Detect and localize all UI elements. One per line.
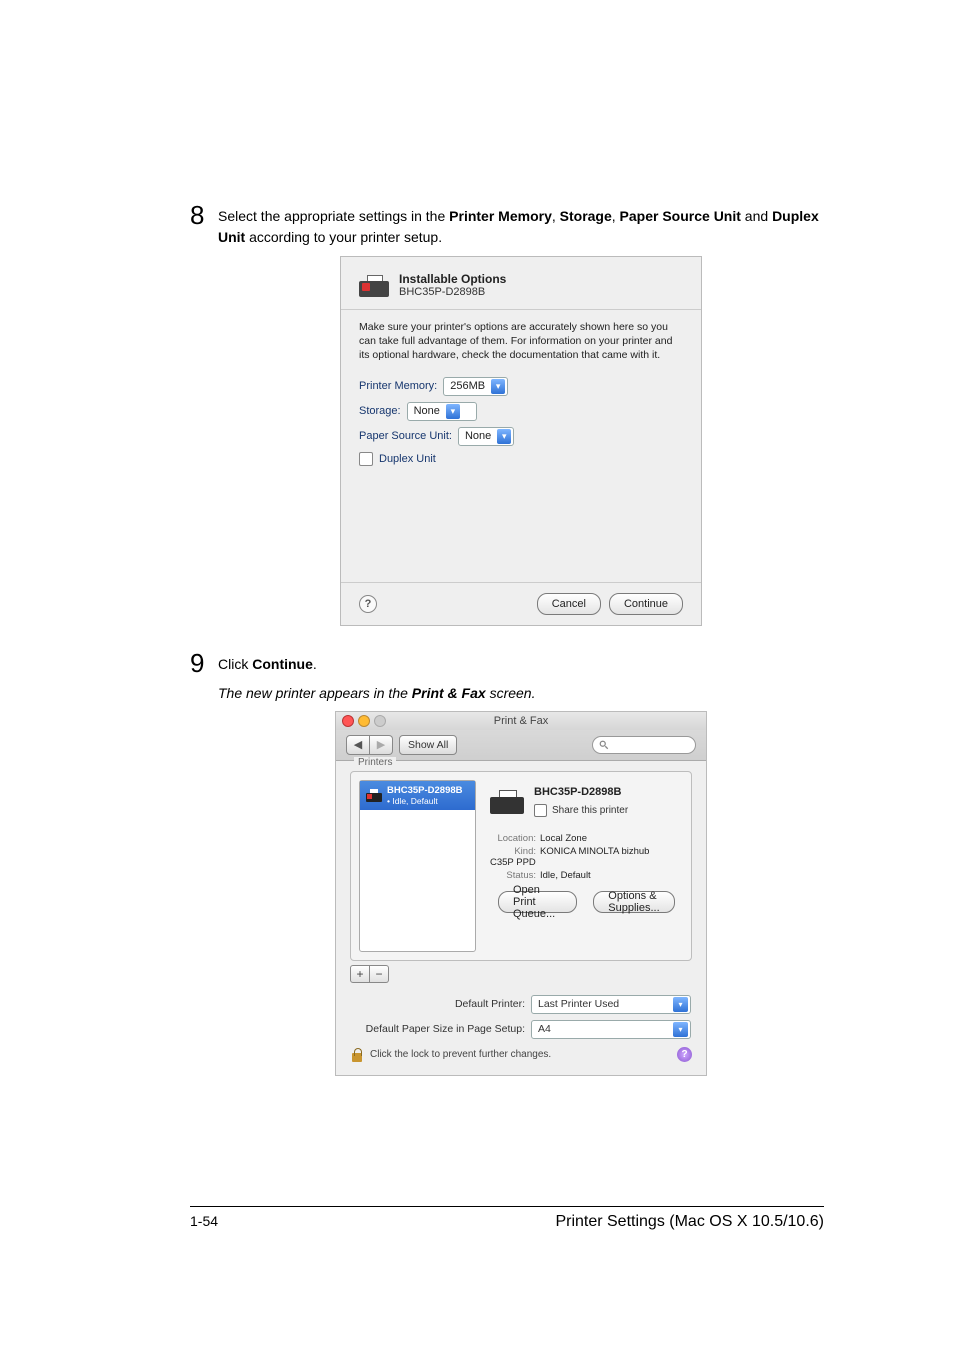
- storage-label: Storage:: [359, 405, 401, 417]
- options-and-supplies-button[interactable]: Options & Supplies...: [593, 891, 675, 913]
- lock-text: Click the lock to prevent further change…: [370, 1049, 677, 1060]
- show-all-button[interactable]: Show All: [399, 735, 457, 755]
- share-printer-checkbox[interactable]: [534, 804, 547, 817]
- printer-icon: [490, 786, 524, 816]
- location-key: Location:: [490, 833, 536, 844]
- b: Continue: [252, 656, 313, 672]
- t: .: [313, 656, 317, 672]
- select-value: Last Printer Used: [538, 998, 619, 1010]
- select-value: None: [465, 430, 491, 442]
- dropdown-arrows-icon: ▾: [497, 429, 511, 444]
- add-printer-button[interactable]: +: [350, 965, 370, 983]
- storage-select[interactable]: None ▾: [407, 402, 477, 421]
- step-8-text: Select the appropriate settings in the P…: [218, 200, 824, 248]
- printer-icon: [359, 271, 389, 299]
- dropdown-arrows-icon: ▾: [673, 997, 688, 1012]
- page-number: 1-54: [190, 1213, 218, 1231]
- t: ,: [552, 208, 560, 224]
- status-value: Idle, Default: [540, 870, 591, 881]
- select-value: None: [414, 405, 440, 417]
- duplex-unit-label: Duplex Unit: [379, 453, 436, 465]
- printer-item-status: • Idle, Default: [387, 796, 463, 806]
- t: Select the appropriate settings in the: [218, 208, 449, 224]
- select-value: A4: [538, 1023, 551, 1035]
- result-text: The new printer appears in the Print & F…: [218, 685, 824, 701]
- t: ,: [612, 208, 620, 224]
- dialog-message: Make sure your printer's options are acc…: [359, 320, 683, 363]
- b: Printer Memory: [449, 208, 552, 224]
- step-8-number: 8: [190, 200, 218, 248]
- installable-options-dialog: Installable Options BHC35P-D2898B Make s…: [340, 256, 702, 626]
- lock-icon[interactable]: [350, 1047, 364, 1063]
- duplex-unit-checkbox[interactable]: [359, 452, 373, 466]
- dropdown-arrows-icon: ▾: [491, 379, 505, 394]
- kind-key: Kind:: [490, 846, 536, 857]
- nav-forward-button[interactable]: ▶: [370, 735, 393, 755]
- select-value: 256MB: [450, 380, 485, 392]
- printers-group-label: Printers: [354, 757, 396, 768]
- window-titlebar: Print & Fax: [336, 712, 706, 730]
- paper-source-unit-label: Paper Source Unit:: [359, 430, 452, 442]
- printer-icon: [366, 788, 382, 802]
- t: Click: [218, 656, 252, 672]
- search-input[interactable]: [592, 736, 696, 754]
- default-printer-select[interactable]: Last Printer Used ▾: [531, 995, 691, 1014]
- help-button[interactable]: ?: [359, 595, 377, 613]
- printer-memory-label: Printer Memory:: [359, 380, 437, 392]
- default-paper-size-select[interactable]: A4 ▾: [531, 1020, 691, 1039]
- step-9-text: Click Continue.: [218, 648, 317, 679]
- default-printer-label: Default Printer:: [350, 998, 525, 1010]
- location-value: Local Zone: [540, 833, 587, 844]
- remove-printer-button[interactable]: −: [370, 965, 389, 983]
- help-button[interactable]: ?: [677, 1047, 692, 1062]
- cancel-button[interactable]: Cancel: [537, 593, 601, 615]
- printers-list[interactable]: BHC35P-D2898B • Idle, Default: [359, 780, 476, 952]
- status-key: Status:: [490, 870, 536, 881]
- dropdown-arrows-icon: ▾: [446, 404, 460, 419]
- selected-printer-name: BHC35P-D2898B: [534, 786, 628, 798]
- printer-memory-select[interactable]: 256MB ▾: [443, 377, 508, 396]
- printer-list-item[interactable]: BHC35P-D2898B • Idle, Default: [360, 781, 475, 810]
- print-and-fax-window: Print & Fax ◀ ▶ Show All Printers: [335, 711, 707, 1076]
- b: Storage: [560, 208, 612, 224]
- dialog-printer-name: BHC35P-D2898B: [399, 286, 506, 298]
- paper-source-unit-select[interactable]: None ▾: [458, 427, 514, 446]
- dropdown-arrows-icon: ▾: [673, 1022, 688, 1037]
- t: screen.: [486, 685, 536, 701]
- footer-title: Printer Settings (Mac OS X 10.5/10.6): [555, 1213, 824, 1231]
- t: and: [741, 208, 772, 224]
- t: The new printer appears in the: [218, 685, 412, 701]
- printer-item-name: BHC35P-D2898B: [387, 785, 463, 796]
- continue-button[interactable]: Continue: [609, 593, 683, 615]
- t: according to your printer setup.: [245, 229, 442, 245]
- b: Paper Source Unit: [620, 208, 741, 224]
- dialog-title: Installable Options: [399, 272, 506, 286]
- b: Print & Fax: [412, 685, 486, 701]
- default-paper-size-label: Default Paper Size in Page Setup:: [350, 1023, 525, 1035]
- search-icon: [599, 740, 609, 750]
- nav-back-button[interactable]: ◀: [346, 735, 370, 755]
- open-print-queue-button[interactable]: Open Print Queue...: [498, 891, 577, 913]
- share-printer-label: Share this printer: [552, 805, 628, 816]
- window-title: Print & Fax: [336, 715, 706, 727]
- step-9-number: 9: [190, 648, 218, 679]
